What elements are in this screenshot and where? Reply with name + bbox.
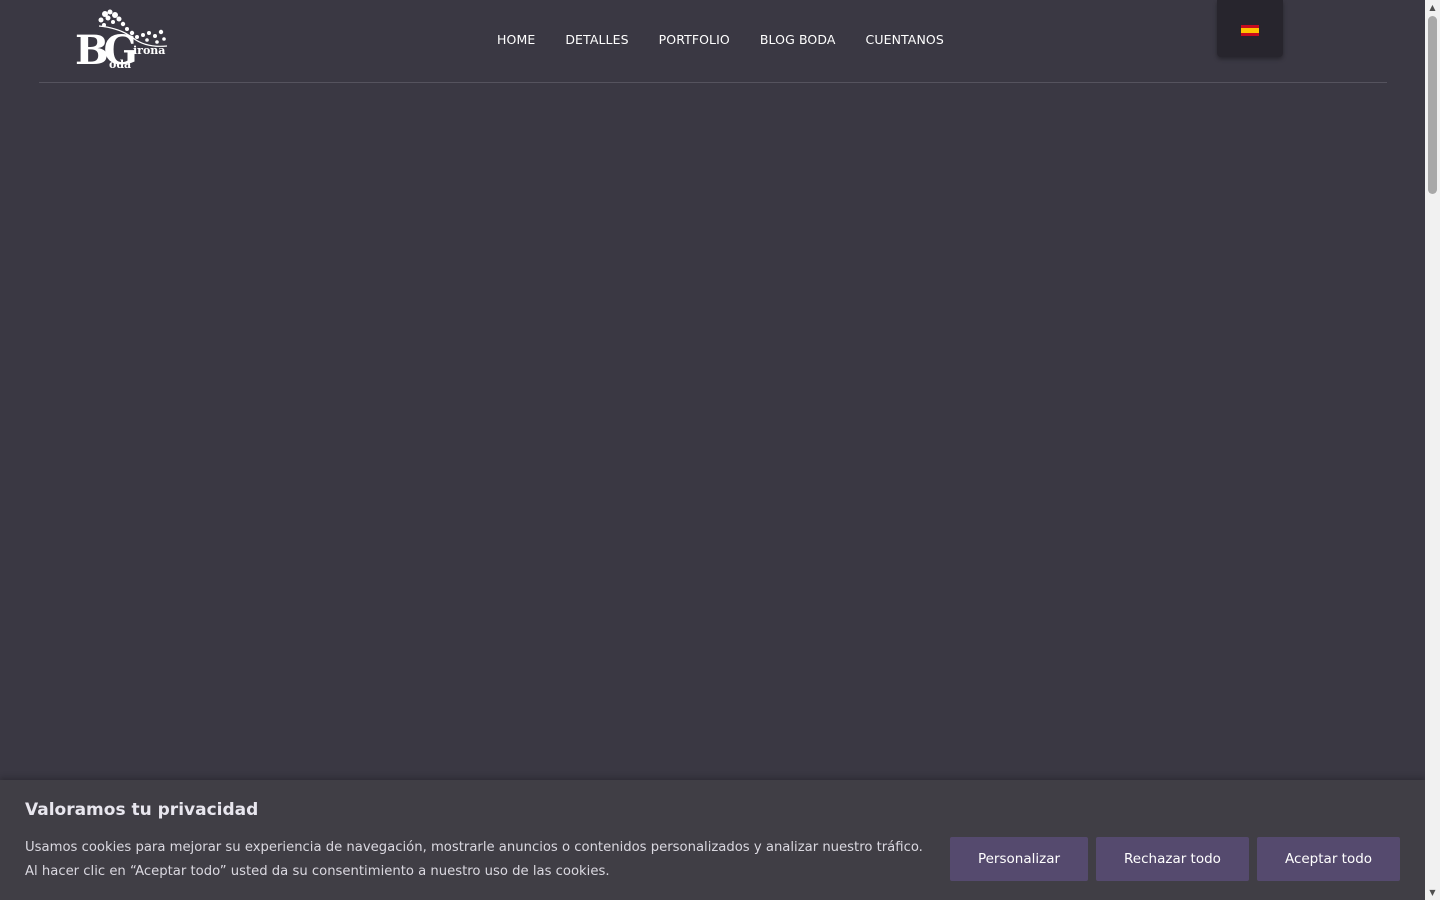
cookie-banner-title: Valoramos tu privacidad — [25, 800, 259, 820]
logo-image: BG irona oda — [75, 9, 168, 70]
scroll-down-arrow-icon[interactable]: ▼ — [1425, 885, 1440, 900]
customize-cookies-button[interactable]: Personalizar — [950, 837, 1088, 881]
page: BG irona oda HOME DETALLES PORTFOLIO BLO… — [0, 0, 1425, 900]
site-logo[interactable]: BG irona oda — [75, 6, 171, 70]
logo-word-top: irona — [133, 44, 165, 57]
page-scrollbar[interactable]: ▲ ▼ — [1425, 0, 1440, 900]
cookie-banner: Valoramos tu privacidad Usamos cookies p… — [0, 780, 1425, 900]
nav-item-cuentanos: CUENTANOS — [851, 31, 959, 49]
main-nav: HOME DETALLES PORTFOLIO BLOG BODA CUENTA… — [482, 31, 959, 49]
nav-link-detalles[interactable]: DETALLES — [550, 31, 643, 49]
logo-word-bottom: oda — [109, 58, 131, 70]
scroll-up-arrow-icon[interactable]: ▲ — [1425, 0, 1440, 15]
nav-item-home: HOME — [482, 31, 550, 49]
nav-link-cuentanos[interactable]: CUENTANOS — [851, 31, 959, 49]
nav-link-home[interactable]: HOME — [482, 31, 550, 49]
nav-item-blog-boda: BLOG BODA — [745, 31, 851, 49]
nav-item-portfolio: PORTFOLIO — [644, 31, 745, 49]
reject-all-cookies-button[interactable]: Rechazar todo — [1096, 837, 1249, 881]
spain-flag-icon — [1241, 25, 1259, 36]
site-header: BG irona oda HOME DETALLES PORTFOLIO BLO… — [39, 0, 1387, 83]
accept-all-cookies-button[interactable]: Aceptar todo — [1257, 837, 1400, 881]
nav-link-blog-boda[interactable]: BLOG BODA — [745, 31, 851, 49]
scrollbar-thumb[interactable] — [1428, 16, 1437, 194]
nav-link-portfolio[interactable]: PORTFOLIO — [644, 31, 745, 49]
cookie-banner-text: Usamos cookies para mejorar su experienc… — [25, 840, 923, 879]
language-switcher[interactable] — [1217, 0, 1283, 57]
nav-item-detalles: DETALLES — [550, 31, 643, 49]
